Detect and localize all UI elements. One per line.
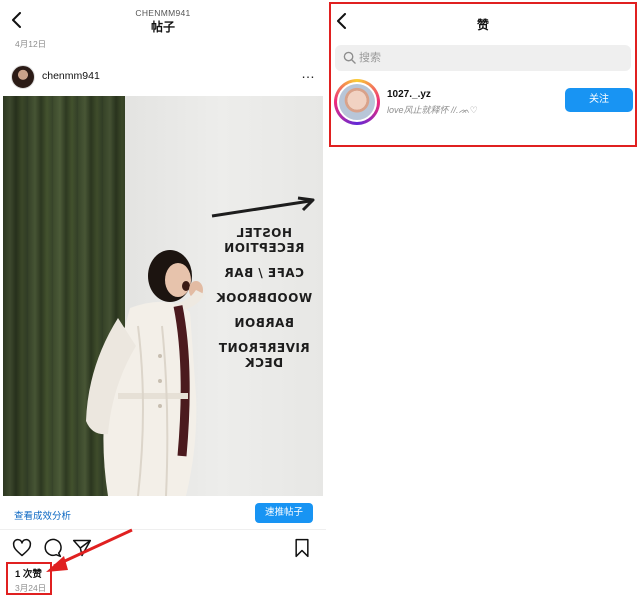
author-username[interactable]: chenmm941 [42,70,100,82]
wall-sign-line: RIVERFRONT [218,341,310,355]
boost-post-button[interactable]: 速推帖子 [255,503,313,523]
post-photo[interactable]: HOSTEL RECEPTION CAFE / BAR WOODBROOK BA… [3,96,323,496]
likes-screen: 赞 1027._.yz love风止就释怀 //.ᨏ♡ 关注 [329,2,637,147]
more-options-button[interactable]: … [301,65,316,81]
view-insights-link[interactable]: 查看成效分析 [14,508,71,522]
wall-sign-line: WOODBROOK [215,291,313,305]
page-title: 赞 [476,18,489,32]
bookmark-icon[interactable] [292,538,312,558]
liker-bio: love风止就释怀 //.ᨏ♡ [387,105,478,115]
wall-sign-line: BARBON [233,316,295,330]
header-subtitle: CHENMM941 [135,8,191,18]
wall-arrow-graphic [211,196,315,218]
post-date: 4月12日 [15,39,47,49]
wall-sign-text: HOSTEL RECEPTION CAFE / BAR WOODBROOK BA… [208,226,320,371]
insights-bar: 查看成效分析 速推帖子 [0,500,326,530]
heart-icon[interactable] [12,538,32,558]
page-title: 帖子 [150,20,175,34]
post-header: chenmm941 … [0,62,326,90]
author-avatar[interactable] [11,65,35,89]
wall-sign-line: RECEPTION [223,241,305,255]
search-icon [343,51,356,64]
wall-sign-line: HOSTEL [236,226,292,240]
search-bar[interactable] [335,45,631,71]
person-figure [86,250,204,496]
follow-button[interactable]: 关注 [565,88,633,112]
annotation-arrow [46,528,133,572]
search-input[interactable] [359,48,619,68]
story-ring[interactable] [334,79,380,125]
wall-sign-line: CAFE / BAR [224,266,304,280]
liker-username[interactable]: 1027._.yz [387,89,431,100]
avatar [337,82,377,122]
post-screen: CHENMM941 帖子 4月12日 chenmm941 … HOSTEL RE… [0,0,326,599]
liker-list-item[interactable]: 1027._.yz love风止就释怀 //.ᨏ♡ 关注 [331,78,635,128]
wall-sign-line: DECK [244,356,284,370]
